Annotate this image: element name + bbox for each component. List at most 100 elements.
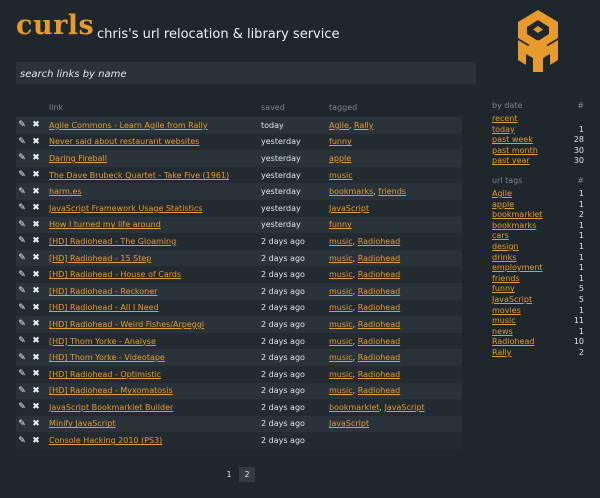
- link-title[interactable]: Console Hacking 2010 (PS3): [49, 436, 162, 445]
- pencil-icon[interactable]: ✎: [17, 236, 27, 246]
- tag-link[interactable]: music: [329, 254, 353, 263]
- link-title[interactable]: JavaScript Framework Usage Statistics: [49, 204, 203, 213]
- tag-link[interactable]: apple: [329, 154, 351, 163]
- sidebar-link[interactable]: Radiohead: [492, 337, 534, 348]
- delete-x-icon[interactable]: ✖: [31, 170, 41, 180]
- page-1[interactable]: 1: [221, 467, 237, 482]
- tag-link[interactable]: Radiohead: [358, 303, 400, 312]
- delete-x-icon[interactable]: ✖: [31, 369, 41, 379]
- delete-x-icon[interactable]: ✖: [31, 270, 41, 280]
- tag-link[interactable]: friends: [378, 187, 406, 196]
- link-title[interactable]: [HD] Radiohead - The Gloaming: [49, 237, 176, 246]
- delete-x-icon[interactable]: ✖: [31, 203, 41, 213]
- tag-link[interactable]: Radiohead: [358, 386, 400, 395]
- delete-x-icon[interactable]: ✖: [31, 419, 41, 429]
- delete-x-icon[interactable]: ✖: [31, 402, 41, 412]
- tag-link[interactable]: funny: [329, 137, 352, 146]
- link-title[interactable]: Agile Commons - Learn Agile from Rally: [49, 121, 208, 130]
- link-title[interactable]: [HD] Radiohead - Optimistic: [49, 370, 161, 379]
- pencil-icon[interactable]: ✎: [17, 436, 27, 446]
- pencil-icon[interactable]: ✎: [17, 220, 27, 230]
- link-title[interactable]: Never said about restaurant websites: [49, 137, 199, 146]
- tag-link[interactable]: JavaScript: [329, 419, 369, 428]
- pencil-icon[interactable]: ✎: [17, 120, 27, 130]
- tag-link[interactable]: music: [329, 237, 353, 246]
- pencil-icon[interactable]: ✎: [17, 336, 27, 346]
- sidebar-link[interactable]: friends: [492, 274, 520, 285]
- pencil-icon[interactable]: ✎: [17, 203, 27, 213]
- sidebar-link[interactable]: music: [492, 316, 516, 327]
- link-title[interactable]: Minify JavaScript: [49, 419, 115, 428]
- sidebar-link[interactable]: funny: [492, 284, 515, 295]
- tag-link[interactable]: Radiohead: [358, 287, 400, 296]
- delete-x-icon[interactable]: ✖: [31, 187, 41, 197]
- sidebar-link[interactable]: past year: [492, 156, 530, 167]
- tag-link[interactable]: Radiohead: [358, 370, 400, 379]
- delete-x-icon[interactable]: ✖: [31, 286, 41, 296]
- delete-x-icon[interactable]: ✖: [31, 319, 41, 329]
- link-title[interactable]: [HD] Radiohead - 15 Step: [49, 254, 151, 263]
- tag-link[interactable]: music: [329, 320, 353, 329]
- pencil-icon[interactable]: ✎: [17, 319, 27, 329]
- delete-x-icon[interactable]: ✖: [31, 137, 41, 147]
- tag-link[interactable]: music: [329, 386, 353, 395]
- tag-link[interactable]: Radiohead: [358, 320, 400, 329]
- sidebar-link[interactable]: Rally: [492, 348, 511, 359]
- sidebar-link[interactable]: bookmarklet: [492, 210, 542, 221]
- logo[interactable]: curls: [16, 10, 94, 41]
- delete-x-icon[interactable]: ✖: [31, 386, 41, 396]
- sidebar-link[interactable]: drinks: [492, 253, 516, 264]
- logo-mark-icon[interactable]: [513, 10, 563, 72]
- search-input[interactable]: [16, 63, 476, 84]
- sidebar-link[interactable]: design: [492, 242, 519, 253]
- link-title[interactable]: harm.es: [49, 187, 82, 196]
- link-title[interactable]: The Dave Brubeck Quartet - Take Five (19…: [49, 171, 229, 180]
- link-title[interactable]: JavaScript Bookmarklet Builder: [49, 403, 173, 412]
- sidebar-link[interactable]: employment: [492, 263, 543, 274]
- tag-link[interactable]: Radiohead: [358, 254, 400, 263]
- pencil-icon[interactable]: ✎: [17, 253, 27, 263]
- sidebar-link[interactable]: today: [492, 125, 515, 136]
- pencil-icon[interactable]: ✎: [17, 153, 27, 163]
- delete-x-icon[interactable]: ✖: [31, 153, 41, 163]
- link-title[interactable]: [HD] Radiohead - House of Cards: [49, 270, 181, 279]
- link-title[interactable]: [HD] Radiohead - Myxomatosis: [49, 386, 173, 395]
- pencil-icon[interactable]: ✎: [17, 386, 27, 396]
- link-title[interactable]: [HD] Thom Yorke - Videotape: [49, 353, 165, 362]
- sidebar-link[interactable]: apple: [492, 200, 514, 211]
- search-bar[interactable]: [16, 62, 476, 84]
- tag-link[interactable]: music: [329, 287, 353, 296]
- tag-link[interactable]: Radiohead: [358, 270, 400, 279]
- tag-link[interactable]: Radiohead: [358, 337, 400, 346]
- sidebar-link[interactable]: JavaScript: [492, 295, 532, 306]
- tag-link[interactable]: music: [329, 337, 353, 346]
- pencil-icon[interactable]: ✎: [17, 286, 27, 296]
- delete-x-icon[interactable]: ✖: [31, 220, 41, 230]
- sidebar-link[interactable]: recent: [492, 114, 518, 125]
- tag-link[interactable]: JavaScript: [329, 204, 369, 213]
- delete-x-icon[interactable]: ✖: [31, 120, 41, 130]
- tag-link[interactable]: JavaScript: [385, 403, 425, 412]
- pencil-icon[interactable]: ✎: [17, 137, 27, 147]
- delete-x-icon[interactable]: ✖: [31, 353, 41, 363]
- tag-link[interactable]: Rally: [354, 121, 373, 130]
- pencil-icon[interactable]: ✎: [17, 402, 27, 412]
- link-title[interactable]: [HD] Radiohead - All I Need: [49, 303, 159, 312]
- sidebar-link[interactable]: cars: [492, 231, 509, 242]
- delete-x-icon[interactable]: ✖: [31, 253, 41, 263]
- sidebar-link[interactable]: past month: [492, 146, 538, 157]
- pencil-icon[interactable]: ✎: [17, 270, 27, 280]
- link-title[interactable]: [HD] Radiohead - Weird Fishes/Arpeggi: [49, 320, 204, 329]
- delete-x-icon[interactable]: ✖: [31, 303, 41, 313]
- pencil-icon[interactable]: ✎: [17, 187, 27, 197]
- pencil-icon[interactable]: ✎: [17, 369, 27, 379]
- tag-link[interactable]: music: [329, 171, 353, 180]
- delete-x-icon[interactable]: ✖: [31, 236, 41, 246]
- pencil-icon[interactable]: ✎: [17, 170, 27, 180]
- pencil-icon[interactable]: ✎: [17, 303, 27, 313]
- link-title[interactable]: [HD] Radiohead - Reckoner: [49, 287, 157, 296]
- tag-link[interactable]: funny: [329, 220, 352, 229]
- tag-link[interactable]: bookmarklet: [329, 403, 379, 412]
- tag-link[interactable]: music: [329, 370, 353, 379]
- sidebar-link[interactable]: past week: [492, 135, 533, 146]
